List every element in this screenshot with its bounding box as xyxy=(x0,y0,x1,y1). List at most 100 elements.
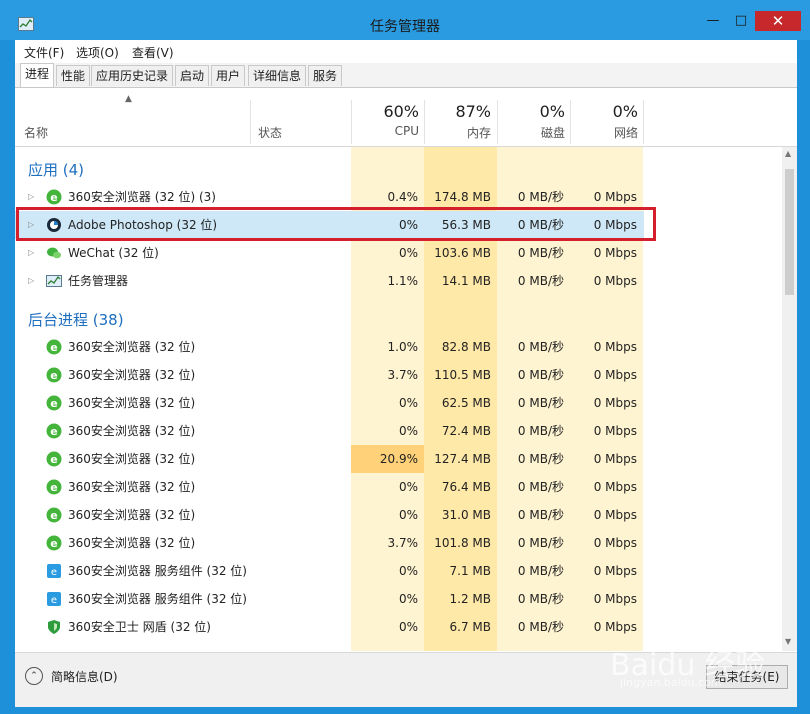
process-row[interactable]: e 360安全浏览器 (32 位) 3.7% 110.5 MB 0 MB/秒 0 Mbps xyxy=(15,361,782,389)
window-client: 文件(F) 选项(O) 查看(V) 进程 性能 应用历史记录 启动 用户 详细信… xyxy=(15,40,797,707)
disk-value: 0 MB/秒 xyxy=(517,536,564,550)
memory-value-cell: 1.2 MB xyxy=(424,585,497,613)
network-value: 0 Mbps xyxy=(593,340,637,354)
network-value-cell: 0 Mbps xyxy=(570,389,643,417)
svg-text:e: e xyxy=(50,425,57,438)
process-row[interactable]: ▷ 任务管理器 1.1% 14.1 MB 0 MB/秒 0 Mbps xyxy=(15,267,782,295)
header-status[interactable]: 状态 xyxy=(258,124,282,141)
cpu-value: 0% xyxy=(398,508,418,522)
memory-value-cell: 82.8 MB xyxy=(424,333,497,361)
header-disk-percent: 0% xyxy=(539,102,565,121)
menu-view[interactable]: 查看(V) xyxy=(132,44,174,61)
process-row[interactable]: e 360安全浏览器 (32 位) 0% 76.4 MB 0 MB/秒 0 Mbps xyxy=(15,473,782,501)
process-row[interactable]: e 360安全浏览器 (32 位) 0% 31.0 MB 0 MB/秒 0 Mbps xyxy=(15,501,782,529)
svg-text:e: e xyxy=(50,509,57,522)
column-header: ▲ 名称 状态 60% CPU 87% 内存 0% 磁盘 0% 网络 xyxy=(15,88,797,147)
memory-value: 76.4 MB xyxy=(441,480,491,494)
memory-value: 110.5 MB xyxy=(434,368,491,382)
svg-text:e: e xyxy=(50,481,57,494)
memory-value-cell: 7.1 MB xyxy=(424,557,497,585)
disk-value: 0 MB/秒 xyxy=(517,480,564,494)
disk-value: 0 MB/秒 xyxy=(517,452,564,466)
disk-value: 0 MB/秒 xyxy=(517,620,564,634)
header-disk[interactable]: 磁盘 xyxy=(495,124,565,141)
disk-value-cell: 0 MB/秒 xyxy=(497,333,570,361)
disk-value-cell: 0 MB/秒 xyxy=(497,473,570,501)
vertical-scrollbar[interactable]: ▲ ▼ xyxy=(782,147,797,651)
cpu-value-cell: 0% xyxy=(351,557,424,585)
tab-users[interactable]: 用户 xyxy=(211,65,246,86)
process-row[interactable]: e 360安全浏览器 服务组件 (32 位) 0% 1.2 MB 0 MB/秒 0 Mbp… xyxy=(15,585,782,613)
fewer-details-link[interactable]: ⌃ 简略信息(D) xyxy=(25,667,118,685)
memory-value-cell: 62.5 MB xyxy=(424,389,497,417)
360-browser-icon: e xyxy=(46,189,62,205)
scroll-up-icon[interactable]: ▲ xyxy=(785,149,791,158)
scroll-thumb[interactable] xyxy=(785,169,794,295)
svg-text:e: e xyxy=(50,397,57,410)
header-cpu-percent: 60% xyxy=(383,102,419,121)
tab-strip: 进程 性能 应用历史记录 启动 用户 详细信息 服务 xyxy=(15,63,797,88)
network-value-cell: 0 Mbps xyxy=(570,529,643,557)
process-row[interactable]: e 360安全浏览器 服务组件 (32 位) 0% 7.1 MB 0 MB/秒 0 Mbp… xyxy=(15,557,782,585)
process-name: 360安全卫士 网盾 (32 位) xyxy=(68,620,211,634)
svg-text:e: e xyxy=(50,341,57,354)
disk-value-cell: 0 MB/秒 xyxy=(497,417,570,445)
disk-value-cell: 0 MB/秒 xyxy=(497,585,570,613)
cpu-value: 0% xyxy=(398,564,418,578)
maximize-button[interactable]: □ xyxy=(728,11,754,31)
360-browser-icon: e xyxy=(46,451,62,467)
memory-value-cell: 14.1 MB xyxy=(424,267,497,295)
minimize-button[interactable]: — xyxy=(700,11,726,31)
process-name: 360安全浏览器 (32 位) xyxy=(68,396,196,410)
process-row[interactable]: 360安全卫士 网盾 (32 位) 0% 6.7 MB 0 MB/秒 0 Mbps xyxy=(15,613,782,641)
network-value: 0 Mbps xyxy=(593,452,637,466)
process-row[interactable]: e 360安全浏览器 (32 位) 1.0% 82.8 MB 0 MB/秒 0 Mbps xyxy=(15,333,782,361)
tab-app-history[interactable]: 应用历史记录 xyxy=(91,65,174,86)
tab-startup[interactable]: 启动 xyxy=(175,65,210,86)
memory-value-cell: 101.8 MB xyxy=(424,529,497,557)
process-row[interactable]: ▷ WeChat (32 位) 0% 103.6 MB 0 MB/秒 0 Mbps xyxy=(15,239,782,267)
expand-chevron-icon[interactable]: ▷ xyxy=(28,267,34,295)
memory-value: 62.5 MB xyxy=(441,396,491,410)
process-name: 360安全浏览器 (32 位) xyxy=(68,340,196,354)
chevron-up-icon: ⌃ xyxy=(25,667,43,685)
process-row[interactable]: e 360安全浏览器 (32 位) 3.7% 101.8 MB 0 MB/秒 0 Mbps xyxy=(15,529,782,557)
expand-chevron-icon[interactable]: ▷ xyxy=(28,239,34,267)
scroll-down-icon[interactable]: ▼ xyxy=(785,637,791,646)
close-button[interactable]: ✕ xyxy=(755,11,801,31)
network-value-cell: 0 Mbps xyxy=(570,267,643,295)
header-name[interactable]: 名称 xyxy=(24,124,48,141)
process-row[interactable]: e 360安全浏览器 (32 位) 0% 62.5 MB 0 MB/秒 0 Mbps xyxy=(15,389,782,417)
cpu-value-cell: 0% xyxy=(351,501,424,529)
cpu-value: 0% xyxy=(398,592,418,606)
tab-processes[interactable]: 进程 xyxy=(20,63,55,87)
disk-value: 0 MB/秒 xyxy=(517,246,564,260)
360-browser-icon: e xyxy=(46,479,62,495)
svg-text:e: e xyxy=(51,595,57,606)
header-memory[interactable]: 内存 xyxy=(421,124,491,141)
memory-value: 72.4 MB xyxy=(441,424,491,438)
tab-details[interactable]: 详细信息 xyxy=(248,65,307,86)
memory-value: 101.8 MB xyxy=(434,536,491,550)
header-network[interactable]: 网络 xyxy=(568,124,638,141)
tab-services[interactable]: 服务 xyxy=(308,65,343,86)
tab-performance[interactable]: 性能 xyxy=(56,65,91,86)
memory-value: 6.7 MB xyxy=(449,620,491,634)
menu-bar: 文件(F) 选项(O) 查看(V) xyxy=(15,40,797,62)
disk-value: 0 MB/秒 xyxy=(517,368,564,382)
header-cpu[interactable]: CPU xyxy=(349,124,419,138)
cpu-value: 0% xyxy=(398,424,418,438)
menu-file[interactable]: 文件(F) xyxy=(24,44,64,61)
network-value: 0 Mbps xyxy=(593,190,637,204)
process-row[interactable]: e 360安全浏览器 (32 位) 20.9% 127.4 MB 0 MB/秒 0 Mbp… xyxy=(15,445,782,473)
network-value-cell: 0 Mbps xyxy=(570,501,643,529)
disk-value: 0 MB/秒 xyxy=(517,340,564,354)
cpu-value: 3.7% xyxy=(387,536,419,550)
process-name: 360安全浏览器 服务组件 (32 位) xyxy=(68,592,247,606)
menu-options[interactable]: 选项(O) xyxy=(76,44,119,61)
disk-value-cell: 0 MB/秒 xyxy=(497,501,570,529)
memory-value-cell: 31.0 MB xyxy=(424,501,497,529)
process-name: 360安全浏览器 (32 位) xyxy=(68,452,196,466)
highlight-box xyxy=(16,207,656,241)
process-row[interactable]: e 360安全浏览器 (32 位) 0% 72.4 MB 0 MB/秒 0 Mbps xyxy=(15,417,782,445)
